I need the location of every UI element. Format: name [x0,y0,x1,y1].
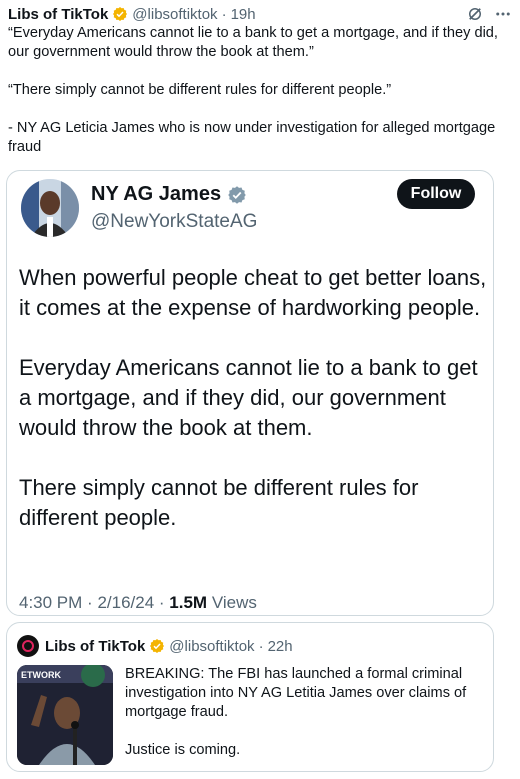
views-label: Views [211,593,257,612]
quoted2-paragraph: Justice is coming. [125,742,241,758]
author-handle[interactable]: @libsoftiktok [132,6,217,23]
quoted-post-meta: 4:30 PM · 2/16/24 · 1.5M Views [19,593,257,612]
quoted-post-text: When powerful people cheat to get better… [19,263,487,563]
follow-button[interactable]: Follow [397,179,475,209]
quoted2-text: BREAKING: The FBI has launched a formal … [125,665,481,779]
post-paragraph: “There simply cannot be different rules … [8,82,392,98]
thumbnail-text: ETWORK [21,670,61,680]
avatar-image [21,179,79,237]
quoted-paragraph: There simply cannot be different rules f… [19,475,419,530]
quoted-author-row: NY AG James [91,183,251,206]
quoted-date[interactable]: 2/16/24 [97,593,154,612]
quoted-paragraph: When powerful people cheat to get better… [19,265,487,320]
views-count: 1.5M [169,593,208,612]
quoted-paragraph: Everyday Americans cannot lie to a bank … [19,355,478,440]
avatar[interactable] [21,179,79,237]
avatar[interactable] [17,635,39,657]
quoted-post-card[interactable]: NY AG James @NewYorkStateAG Follow When … [6,170,494,616]
post-text: “Everyday Americans cannot lie to a bank… [8,24,508,176]
separator: · [258,637,264,655]
quoted2-paragraph: BREAKING: The FBI has launched a formal … [125,666,467,720]
thumbnail-image: ETWORK [17,665,113,765]
verified-badge-icon [113,7,128,21]
quoted2-thumbnail[interactable]: ETWORK [17,665,113,765]
verified-badge-icon [228,185,246,204]
avatar-logo-icon [22,640,34,652]
separator: · [221,5,227,23]
post-paragraph: “Everyday Americans cannot lie to a bank… [8,25,503,60]
quoted2-author-handle[interactable]: @libsoftiktok [169,638,254,655]
quoted-author-name[interactable]: NY AG James [91,183,221,206]
post-time[interactable]: 19h [231,6,256,23]
grok-icon[interactable] [466,5,484,23]
quoted-author-handle[interactable]: @NewYorkStateAG [91,211,257,233]
header-actions [466,5,512,23]
author-name[interactable]: Libs of TikTok [8,6,108,23]
quoted-post-card-2[interactable]: Libs of TikTok @libsoftiktok · 22h ETWOR… [6,622,494,772]
quoted2-header: Libs of TikTok @libsoftiktok · 22h [17,635,293,657]
post-header: Libs of TikTok @libsoftiktok · 19h [8,4,512,24]
verified-badge-icon [150,639,165,653]
quoted-time[interactable]: 4:30 PM [19,593,82,612]
more-icon[interactable] [494,5,512,23]
quoted2-author-name[interactable]: Libs of TikTok [45,638,145,655]
post-paragraph: - NY AG Leticia James who is now under i… [8,120,500,155]
quoted2-time[interactable]: 22h [268,638,293,655]
